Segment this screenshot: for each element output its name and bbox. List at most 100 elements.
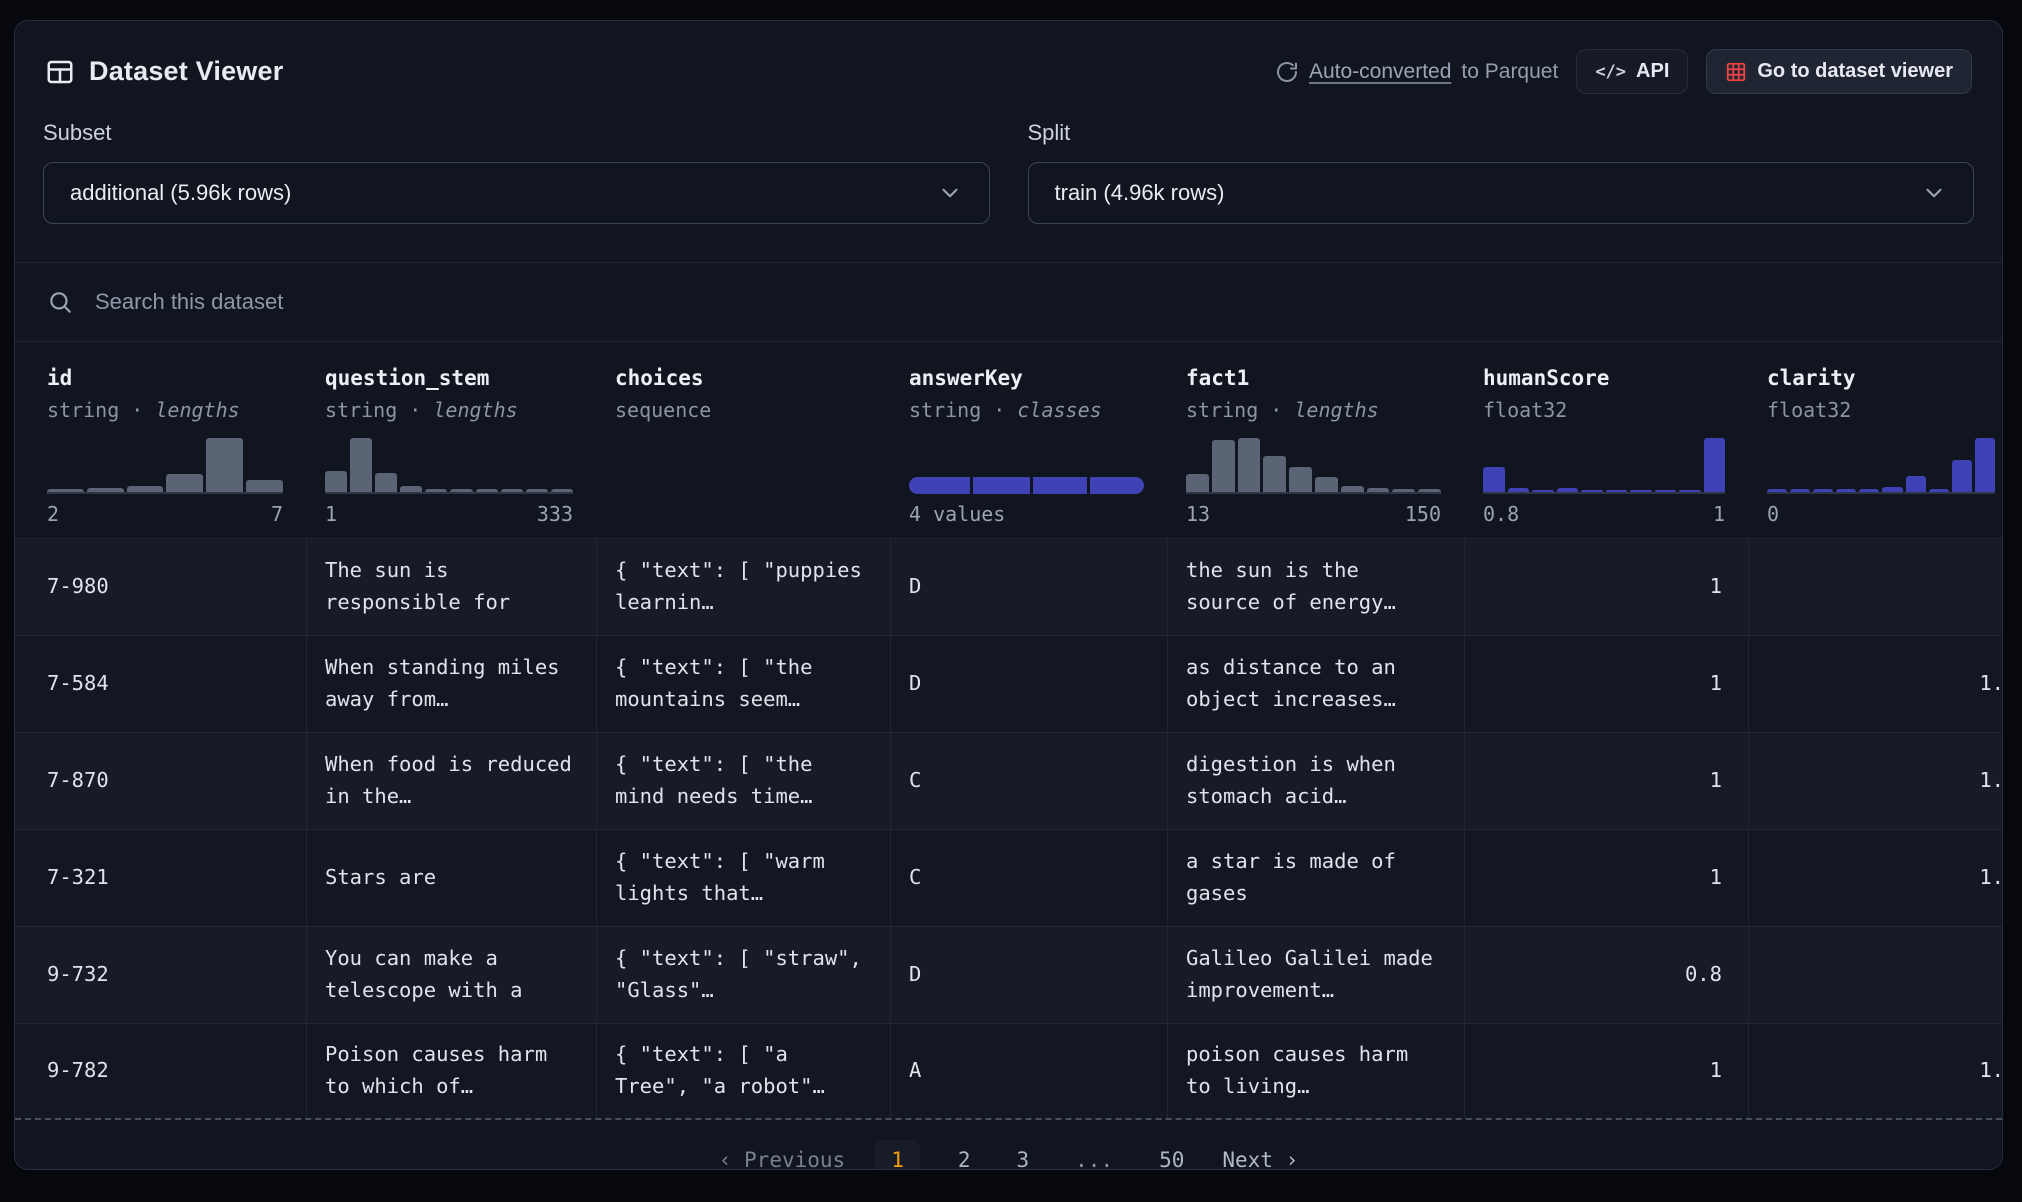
cell-id[interactable]: 9-732 xyxy=(15,927,307,1023)
page-button-2[interactable]: 2 xyxy=(950,1140,979,1170)
cell-question-stem[interactable]: You can make a telescope with a xyxy=(307,927,597,1023)
hist-min: 0 xyxy=(1767,502,1779,526)
hist-max: 7 xyxy=(271,502,283,526)
cell-answer-key[interactable]: D xyxy=(891,927,1168,1023)
cell-answer-key[interactable]: C xyxy=(891,733,1168,829)
split-select[interactable]: train (4.96k rows) xyxy=(1028,162,1975,224)
cell-choices[interactable]: { "text": [ "straw", "Glass"… xyxy=(597,927,891,1023)
hist-max: 333 xyxy=(537,502,573,526)
api-button[interactable]: </> API xyxy=(1576,49,1688,94)
split-select-value: train (4.96k rows) xyxy=(1055,180,1225,206)
table-row: 7-321 Stars are { "text": [ "warm lights… xyxy=(15,829,2002,926)
go-to-dataset-viewer-button[interactable]: Go to dataset viewer xyxy=(1706,49,1972,94)
cell-id[interactable]: 9-782 xyxy=(15,1024,307,1118)
hist-min: 13 xyxy=(1186,502,1210,526)
cell-clarity[interactable]: 1. xyxy=(1749,1024,2003,1118)
cell-answer-key[interactable]: D xyxy=(891,636,1168,732)
cell-fact1[interactable]: Galileo Galilei made improvement… xyxy=(1168,927,1465,1023)
cell-human-score[interactable]: 1 xyxy=(1465,733,1749,829)
cell-fact1[interactable]: poison causes harm to living… xyxy=(1168,1024,1465,1118)
search-input[interactable] xyxy=(95,289,1970,315)
hist-max: 1 xyxy=(1713,502,1725,526)
classes-bar-answer-key[interactable] xyxy=(909,438,1144,494)
page-button-3[interactable]: 3 xyxy=(1009,1140,1038,1170)
page-button-1[interactable]: 1 xyxy=(875,1140,920,1170)
auto-converted-note: Auto-converted to Parquet xyxy=(1275,60,1558,84)
cell-choices[interactable]: { "text": [ "a Tree", "a robot"… xyxy=(597,1024,891,1118)
column-header-choices: choices sequence xyxy=(597,342,891,538)
cell-fact1[interactable]: digestion is when stomach acid… xyxy=(1168,733,1465,829)
table-header: id string · lengths 27 question_stem str… xyxy=(15,342,2002,538)
table-row: 7-584 When standing miles away from… { "… xyxy=(15,635,2002,732)
cell-choices[interactable]: { "text": [ "warm lights that… xyxy=(597,830,891,926)
page-button-50[interactable]: 50 xyxy=(1151,1140,1192,1170)
hist-min: 0.8 xyxy=(1483,502,1519,526)
cell-question-stem[interactable]: When food is reduced in the… xyxy=(307,733,597,829)
previous-button[interactable]: ‹ Previous xyxy=(719,1148,845,1170)
column-header-fact1: fact1 string · lengths 13150 xyxy=(1168,342,1465,538)
cell-human-score[interactable]: 0.8 xyxy=(1465,927,1749,1023)
column-header-answer-key: answerKey string · classes 4 values xyxy=(891,342,1168,538)
search-bar xyxy=(15,262,2002,342)
auto-converted-suffix: to Parquet xyxy=(1461,60,1558,84)
subset-select-value: additional (5.96k rows) xyxy=(70,180,291,206)
histogram-question-stem[interactable] xyxy=(325,438,573,494)
page-title: Dataset Viewer xyxy=(89,56,283,87)
cell-human-score[interactable]: 1 xyxy=(1465,830,1749,926)
cell-clarity[interactable] xyxy=(1749,927,2003,1023)
column-header-question-stem: question_stem string · lengths 1333 xyxy=(307,342,597,538)
hist-min: 1 xyxy=(325,502,337,526)
table-row: 9-782 Poison causes harm to which of… { … xyxy=(15,1023,2002,1120)
cell-answer-key[interactable]: D xyxy=(891,539,1168,635)
cell-choices[interactable]: { "text": [ "the mountains seem… xyxy=(597,636,891,732)
dataset-viewer-card: Dataset Viewer Auto-converted to Parquet… xyxy=(14,20,2003,1170)
cell-clarity[interactable]: 1. xyxy=(1749,733,2003,829)
cell-human-score[interactable]: 1 xyxy=(1465,636,1749,732)
code-icon: </> xyxy=(1595,62,1626,82)
chevron-down-icon xyxy=(937,180,963,206)
title-bar: Dataset Viewer Auto-converted to Parquet… xyxy=(15,21,2002,94)
cell-fact1[interactable]: a star is made of gases xyxy=(1168,830,1465,926)
table-row: 9-732 You can make a telescope with a { … xyxy=(15,926,2002,1023)
histogram-fact1[interactable] xyxy=(1186,438,1441,494)
auto-converted-link[interactable]: Auto-converted xyxy=(1309,60,1451,84)
cell-question-stem[interactable]: Stars are xyxy=(307,830,597,926)
cell-answer-key[interactable]: C xyxy=(891,830,1168,926)
hist-min: 2 xyxy=(47,502,59,526)
cell-fact1[interactable]: the sun is the source of energy… xyxy=(1168,539,1465,635)
cell-question-stem[interactable]: The sun is responsible for xyxy=(307,539,597,635)
cell-clarity[interactable]: 1. xyxy=(1749,636,2003,732)
cell-fact1[interactable]: as distance to an object increases… xyxy=(1168,636,1465,732)
cell-clarity[interactable]: 1. xyxy=(1749,830,2003,926)
cell-id[interactable]: 7-321 xyxy=(15,830,307,926)
subset-label: Subset xyxy=(43,120,990,146)
histogram-human-score[interactable] xyxy=(1483,438,1725,494)
cell-choices[interactable]: { "text": [ "the mind needs time… xyxy=(597,733,891,829)
histogram-clarity[interactable] xyxy=(1767,438,1995,494)
search-icon xyxy=(47,289,73,315)
table-body: 7-980 The sun is responsible for { "text… xyxy=(15,538,2002,1120)
chevron-down-icon xyxy=(1921,180,1947,206)
histogram-id[interactable] xyxy=(47,438,283,494)
cell-human-score[interactable]: 1 xyxy=(1465,539,1749,635)
column-header-human-score: humanScore float32 0.81 xyxy=(1465,342,1749,538)
cell-answer-key[interactable]: A xyxy=(891,1024,1168,1118)
cell-human-score[interactable]: 1 xyxy=(1465,1024,1749,1118)
cell-choices[interactable]: { "text": [ "puppies learnin… xyxy=(597,539,891,635)
next-button[interactable]: Next › xyxy=(1222,1148,1298,1170)
subset-select[interactable]: additional (5.96k rows) xyxy=(43,162,990,224)
split-label: Split xyxy=(1028,120,1975,146)
cell-question-stem[interactable]: Poison causes harm to which of… xyxy=(307,1024,597,1118)
cell-id[interactable]: 7-980 xyxy=(15,539,307,635)
column-header-id: id string · lengths 27 xyxy=(15,342,307,538)
cell-id[interactable]: 7-870 xyxy=(15,733,307,829)
pagination: ‹ Previous 1 2 3 ... 50 Next › xyxy=(15,1120,2002,1170)
cell-question-stem[interactable]: When standing miles away from… xyxy=(307,636,597,732)
grid-icon xyxy=(1725,61,1747,83)
cell-id[interactable]: 7-584 xyxy=(15,636,307,732)
table-row: 7-980 The sun is responsible for { "text… xyxy=(15,538,2002,635)
refresh-icon xyxy=(1275,60,1299,84)
cell-clarity[interactable] xyxy=(1749,539,2003,635)
hist-max: 150 xyxy=(1405,502,1441,526)
table-row: 7-870 When food is reduced in the… { "te… xyxy=(15,732,2002,829)
